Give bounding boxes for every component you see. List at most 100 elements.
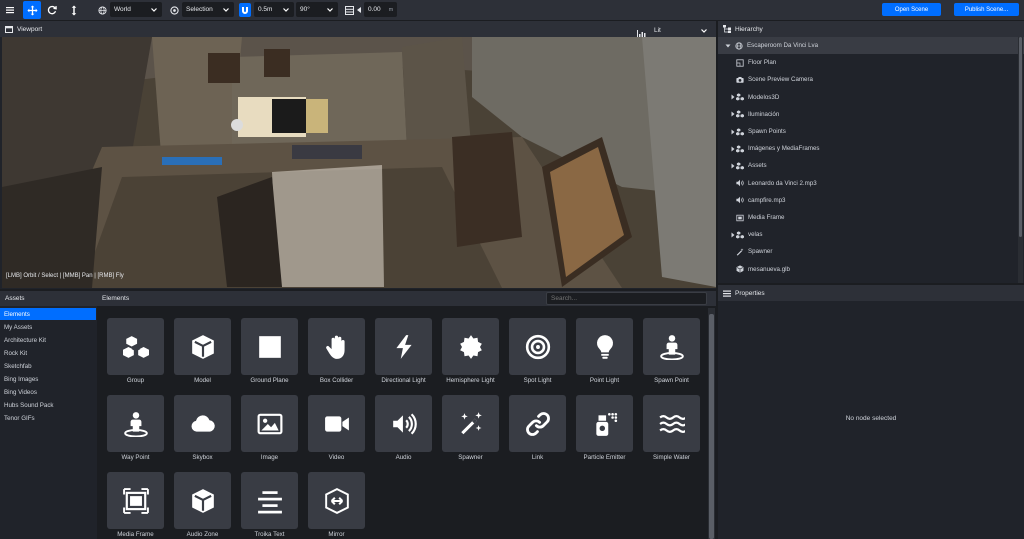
hierarchy-item[interactable]: Floor Plan	[718, 54, 1024, 71]
element-tile[interactable]	[174, 318, 231, 375]
element-tile-label: Simple Water	[653, 454, 690, 461]
toolbar: World Selection 0.5m 90° 0.00 m Open Sce…	[0, 0, 1024, 20]
asset-source-item[interactable]: Sketchfab	[0, 360, 96, 372]
element-tile-label: Media Frame	[117, 531, 154, 538]
hierarchy-item[interactable]: Assets	[718, 157, 1024, 174]
hierarchy-item-label: Floor Plan	[748, 59, 777, 67]
element-tile[interactable]	[308, 318, 365, 375]
street-view-icon	[123, 411, 149, 437]
hierarchy-item[interactable]: Imágenes y MediaFrames	[718, 140, 1024, 157]
grid-height-value: 0.00	[368, 6, 381, 13]
asset-source-item[interactable]: Elements	[0, 308, 96, 320]
element-tile[interactable]	[308, 472, 365, 529]
element-tile[interactable]	[643, 318, 700, 375]
element-tile[interactable]	[241, 395, 298, 452]
properties-header: Properties	[718, 285, 1024, 301]
snap-translate-select[interactable]: 0.5m	[254, 2, 294, 17]
hierarchy-item-label: velas	[748, 231, 763, 239]
lightbulb-icon	[592, 334, 618, 360]
shading-mode-select[interactable]: Lit	[650, 23, 712, 38]
hierarchy-item[interactable]: Spawn Points	[718, 123, 1024, 140]
pivot-mode-select[interactable]: Selection	[182, 2, 234, 17]
scale-tool-button[interactable]	[65, 1, 83, 19]
element-tile[interactable]	[442, 318, 499, 375]
caret-down-icon[interactable]	[725, 43, 731, 49]
asset-source-item[interactable]: Bing Images	[0, 373, 96, 385]
element-tile[interactable]	[241, 318, 298, 375]
element-tile[interactable]	[174, 395, 231, 452]
element-tile[interactable]	[241, 472, 298, 529]
translate-tool-button[interactable]	[23, 1, 41, 19]
hierarchy-item-label: Leonardo da Vinci 2.mp3	[748, 179, 817, 187]
asset-source-item[interactable]: Rock Kit	[0, 347, 96, 359]
hierarchy-scrollbar[interactable]	[1018, 37, 1023, 283]
hierarchy-item[interactable]: Escaperoom Da Vinci Lva	[718, 37, 1024, 54]
asset-source-item[interactable]: Architecture Kit	[0, 334, 96, 346]
element-tile[interactable]	[576, 318, 633, 375]
link-icon	[525, 411, 551, 437]
element-tile[interactable]	[375, 395, 432, 452]
snap-rotate-select[interactable]: 90°	[296, 2, 338, 17]
group-icon	[736, 145, 744, 153]
element-tile[interactable]	[442, 395, 499, 452]
hierarchy-item[interactable]: mesanueva.glb	[718, 261, 1024, 278]
hierarchy-item[interactable]: campfire.mp3	[718, 192, 1024, 209]
hierarchy-scroll-thumb[interactable]	[1019, 37, 1022, 237]
element-tile[interactable]	[107, 395, 164, 452]
element-tile[interactable]	[174, 472, 231, 529]
hierarchy-item[interactable]: Modelos3D	[718, 89, 1024, 106]
publish-scene-button[interactable]: Publish Scene...	[954, 3, 1019, 16]
snap-toggle-button[interactable]	[239, 3, 251, 17]
grid-height-input[interactable]: 0.00 m	[364, 2, 397, 17]
hierarchy-item[interactable]: Leonardo da Vinci 2.mp3	[718, 175, 1024, 192]
elements-scroll-thumb[interactable]	[709, 314, 714, 539]
square-icon	[257, 334, 283, 360]
scene-canvas[interactable]: [LMB] Orbit / Select | [MMB] Pan | [RMB]…	[2, 37, 716, 288]
element-tile[interactable]	[509, 318, 566, 375]
media-frame-icon	[736, 214, 744, 222]
element-tile[interactable]	[107, 472, 164, 529]
elements-search-input[interactable]	[546, 292, 707, 305]
elements-scrollbar[interactable]	[708, 308, 715, 539]
asset-source-item[interactable]: My Assets	[0, 321, 96, 333]
chevron-down-icon	[151, 7, 157, 12]
cloud-icon	[190, 411, 216, 437]
rotate-tool-button[interactable]	[43, 1, 61, 19]
grid-decrease-icon[interactable]	[355, 3, 363, 17]
menu-button[interactable]	[1, 1, 19, 19]
hierarchy-item-label: Imágenes y MediaFrames	[748, 145, 820, 153]
chevron-down-icon	[283, 7, 289, 12]
group-icon	[736, 110, 744, 118]
rotate-icon	[47, 5, 57, 15]
element-tile-label: Box Collider	[319, 377, 354, 384]
grid-icon	[343, 3, 355, 17]
element-tile-label: Spot Light	[523, 377, 552, 384]
element-tile-label: Mirror	[328, 531, 345, 538]
element-tile[interactable]	[107, 318, 164, 375]
element-tile[interactable]	[308, 395, 365, 452]
hierarchy-item[interactable]: velas	[718, 226, 1024, 243]
scene-render	[2, 37, 716, 288]
hierarchy-item[interactable]: Scene Preview Camera	[718, 71, 1024, 88]
asset-source-item[interactable]: Tenor GIFs	[0, 412, 96, 424]
model-icon	[736, 265, 744, 273]
hierarchy-item-label: Media Frame	[748, 214, 785, 221]
hierarchy-item[interactable]: Media Frame	[718, 209, 1024, 226]
viewport-header: Viewport	[0, 21, 716, 37]
asset-source-item[interactable]: Hubs Sound Pack	[0, 399, 96, 411]
element-tile[interactable]	[643, 395, 700, 452]
hierarchy-item[interactable]: Spawner	[718, 243, 1024, 260]
element-tile[interactable]	[375, 318, 432, 375]
bullseye-icon	[525, 334, 551, 360]
transform-space-select[interactable]: World	[110, 2, 162, 17]
element-tile[interactable]	[576, 395, 633, 452]
magic-icon	[458, 411, 484, 437]
asset-source-item[interactable]: Bing Videos	[0, 386, 96, 398]
hierarchy-title: Hierarchy	[735, 25, 763, 33]
assets-header: Assets	[0, 291, 97, 306]
element-tile[interactable]	[509, 395, 566, 452]
group-icon	[736, 127, 744, 136]
open-scene-button[interactable]: Open Scene	[882, 3, 941, 16]
hierarchy-item-label: Iluminación	[748, 110, 780, 118]
hierarchy-item[interactable]: Iluminación	[718, 106, 1024, 123]
